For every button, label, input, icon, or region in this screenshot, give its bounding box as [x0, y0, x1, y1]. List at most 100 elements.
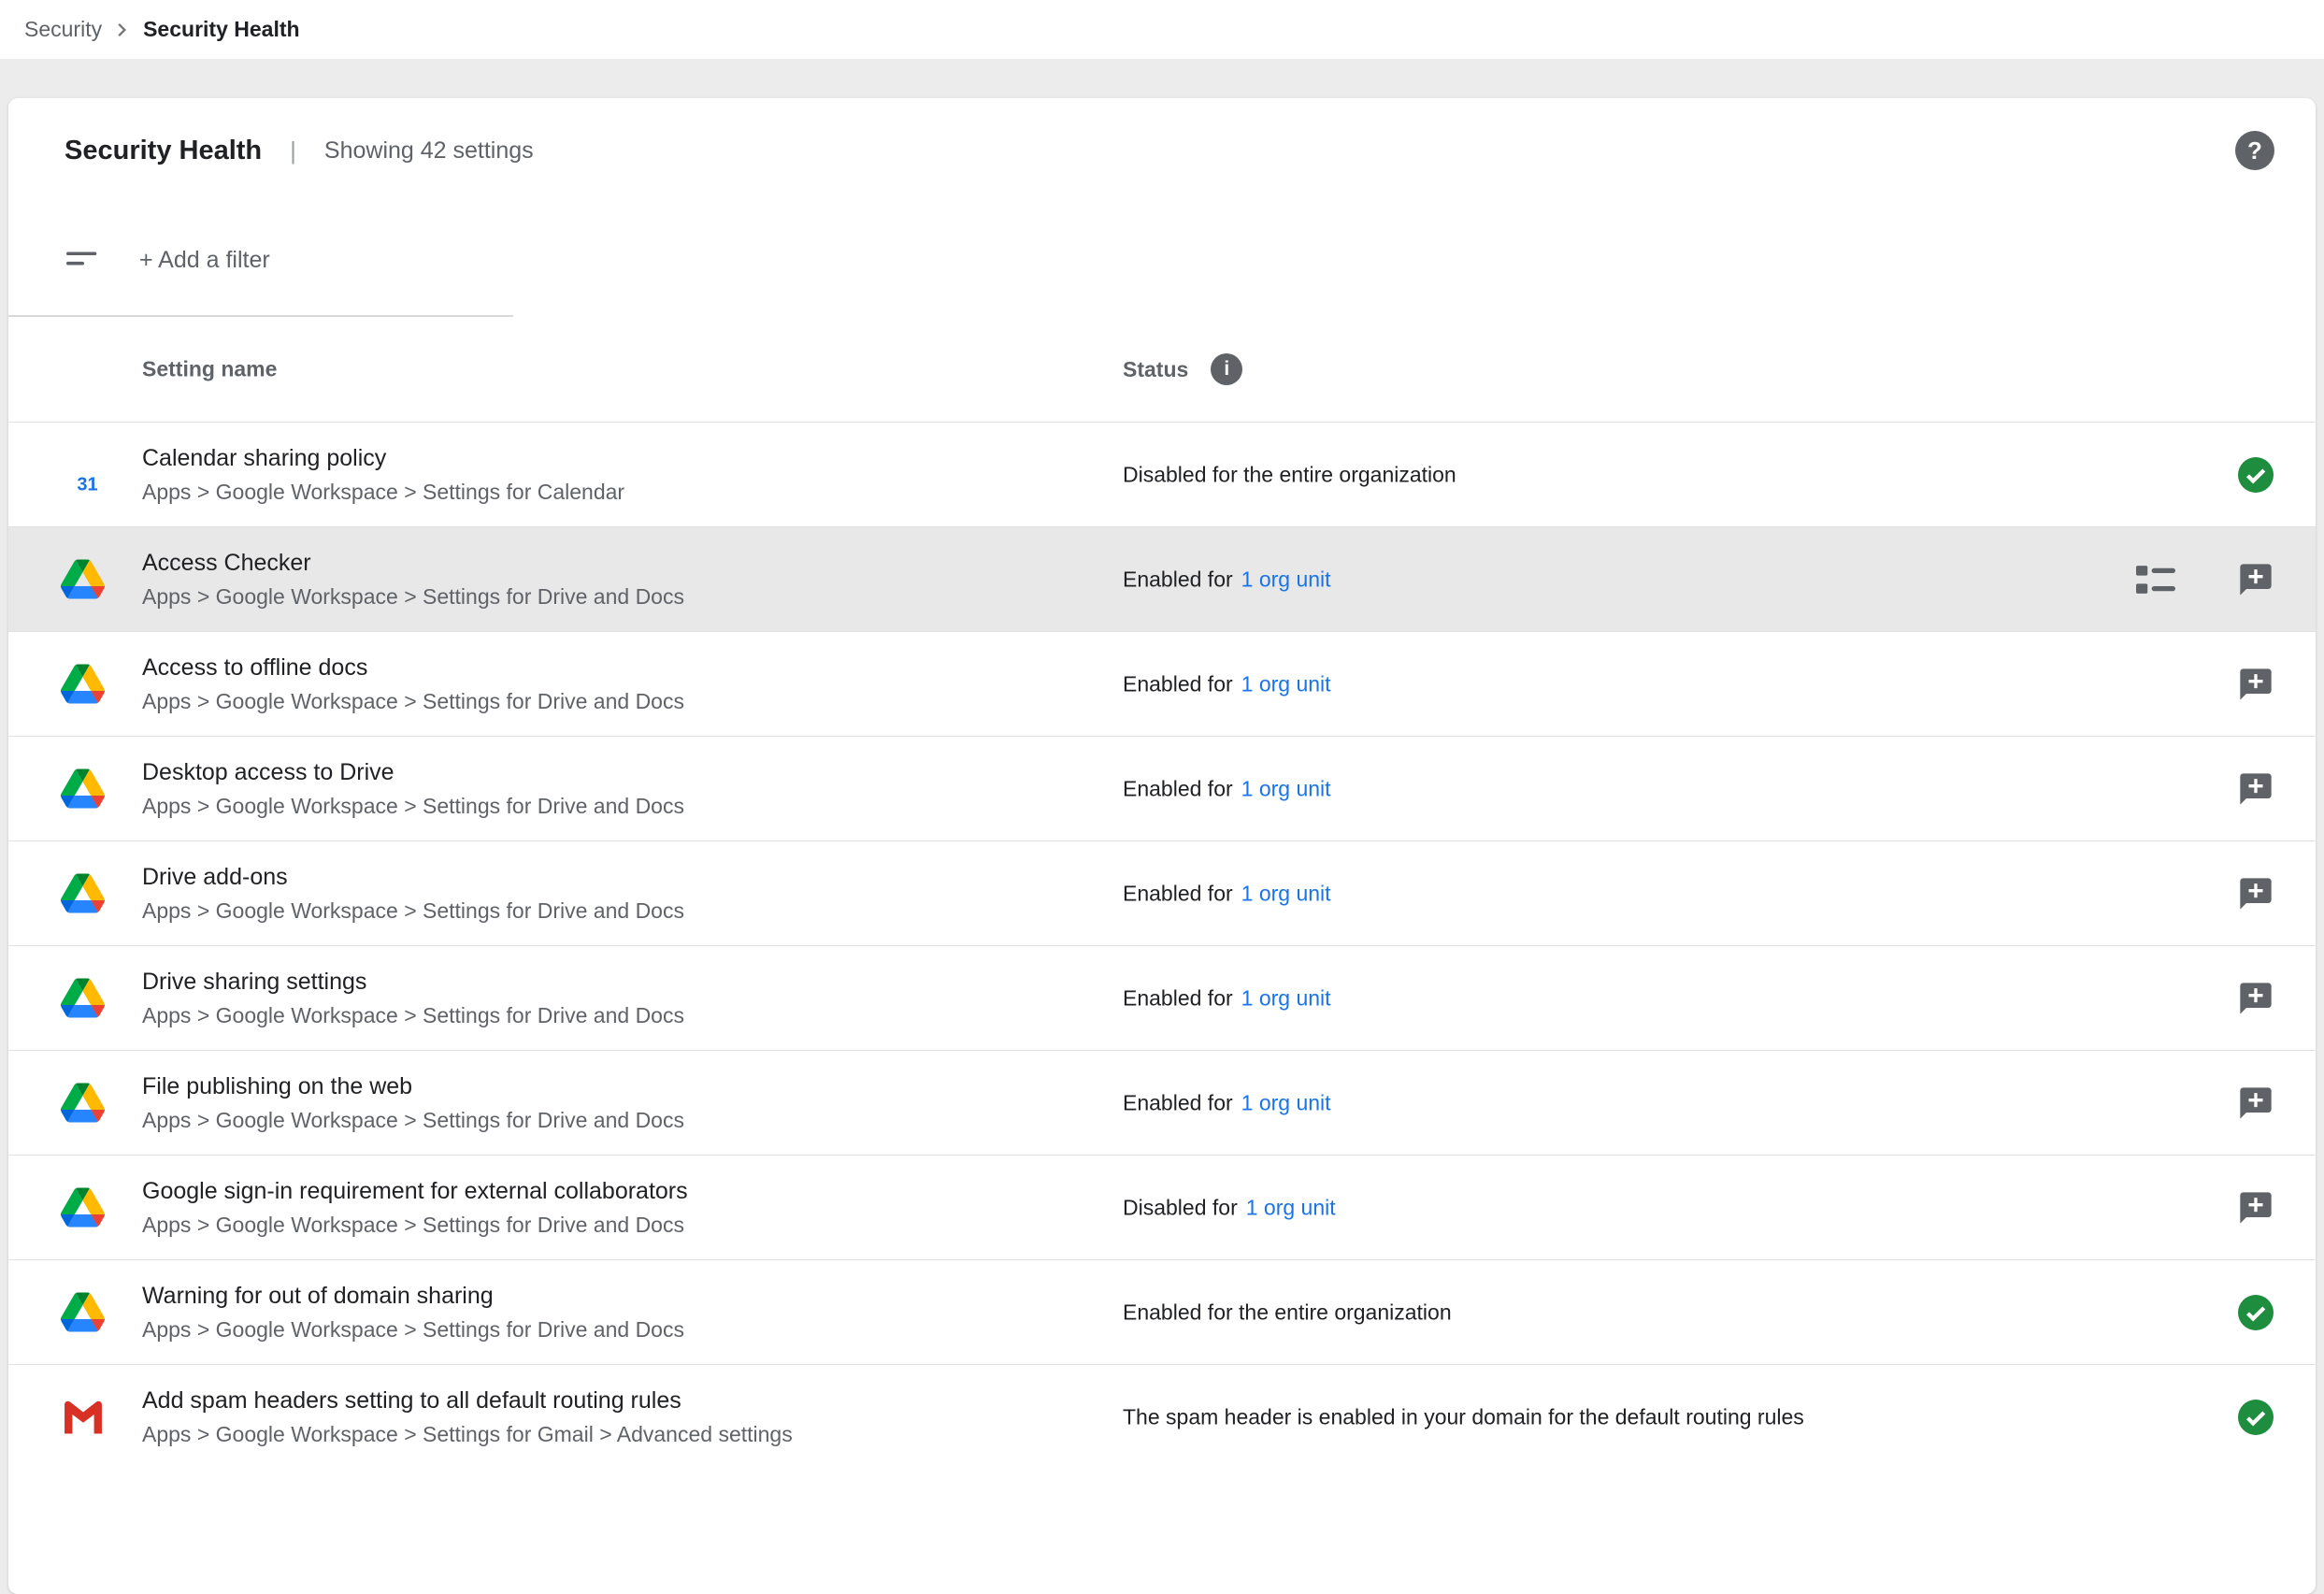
status-column-label: Status: [1123, 357, 1188, 382]
settings-rows: 31 Calendar sharing policy Apps > Google…: [8, 422, 2316, 1469]
status-cell: Disabled for 1 org unit: [1123, 1195, 1336, 1220]
org-unit-link[interactable]: 1 org unit: [1241, 567, 1331, 592]
status-text: Enabled for the entire organization: [1123, 1300, 1452, 1325]
table-row[interactable]: 31 Calendar sharing policy Apps > Google…: [8, 422, 2316, 526]
app-icon-slot: [61, 662, 105, 706]
table-row[interactable]: Drive add-ons Apps > Google Workspace > …: [8, 840, 2316, 945]
recommendation-badge[interactable]: [2237, 770, 2274, 808]
breadcrumb: Security Security Health: [0, 0, 2324, 59]
org-unit-link[interactable]: 1 org unit: [1241, 671, 1331, 696]
setting-title: Drive add-ons: [142, 864, 684, 891]
table-row[interactable]: Access to offline docs Apps > Google Wor…: [8, 631, 2316, 736]
status-text: Enabled for: [1123, 881, 1233, 906]
drive-app-icon: [61, 874, 105, 913]
table-row[interactable]: Desktop access to Drive Apps > Google Wo…: [8, 736, 2316, 840]
recommendation-badge[interactable]: [2237, 875, 2274, 912]
chevron-right-icon: [109, 17, 136, 43]
breadcrumb-item-security[interactable]: Security: [24, 17, 102, 42]
status-text: Enabled for: [1123, 985, 1233, 1011]
recommendation-badge[interactable]: [2237, 666, 2274, 703]
setting-cell: Desktop access to Drive Apps > Google Wo…: [142, 759, 684, 819]
help-icon[interactable]: ?: [2235, 131, 2274, 170]
app-icon-slot: [61, 1290, 105, 1334]
status-ok-badge[interactable]: [2237, 1399, 2274, 1436]
status-cell: The spam header is enabled in your domai…: [1123, 1404, 1804, 1429]
app-icon-slot: [61, 767, 105, 811]
setting-path: Apps > Google Workspace > Settings for D…: [142, 1003, 684, 1028]
setting-cell: Drive add-ons Apps > Google Workspace > …: [142, 864, 684, 924]
card-header: Security Health | Showing 42 settings ?: [8, 98, 2316, 203]
org-unit-link[interactable]: 1 org unit: [1241, 776, 1331, 801]
setting-path: Apps > Google Workspace > Settings for D…: [142, 898, 684, 924]
setting-cell: Add spam headers setting to all default …: [142, 1387, 793, 1447]
status-cell: Enabled for 1 org unit: [1123, 881, 1331, 906]
table-row[interactable]: Google sign-in requirement for external …: [8, 1155, 2316, 1259]
drive-app-icon: [61, 1084, 105, 1123]
breadcrumb-item-security-health: Security Health: [143, 17, 299, 42]
drive-app-icon: [61, 1188, 105, 1228]
status-text: Disabled for the entire organization: [1123, 462, 1456, 487]
status-cell: Disabled for the entire organization: [1123, 462, 1456, 487]
add-filter-button[interactable]: + Add a filter: [139, 247, 270, 274]
setting-path: Apps > Google Workspace > Settings for D…: [142, 1213, 688, 1238]
recommendation-badge[interactable]: [2237, 561, 2274, 598]
drive-app-icon: [61, 665, 105, 704]
table-row[interactable]: Access Checker Apps > Google Workspace >…: [8, 526, 2316, 631]
org-unit-link[interactable]: 1 org unit: [1246, 1195, 1336, 1220]
status-cell: Enabled for 1 org unit: [1123, 671, 1331, 696]
setting-title: Drive sharing settings: [142, 969, 684, 996]
org-unit-link[interactable]: 1 org unit: [1241, 1090, 1331, 1115]
status-text: Enabled for: [1123, 776, 1233, 801]
setting-title: Add spam headers setting to all default …: [142, 1387, 793, 1414]
setting-path: Apps > Google Workspace > Settings for D…: [142, 689, 684, 714]
status-cell: Enabled for 1 org unit: [1123, 567, 1331, 592]
table-row[interactable]: Add spam headers setting to all default …: [8, 1364, 2316, 1469]
settings-count-label: Showing 42 settings: [324, 137, 534, 165]
status-text: Disabled for: [1123, 1195, 1238, 1220]
app-icon-slot: [61, 1185, 105, 1229]
recommendation-badge[interactable]: [2237, 1084, 2274, 1122]
table-row[interactable]: Drive sharing settings Apps > Google Wor…: [8, 945, 2316, 1050]
setting-cell: File publishing on the web Apps > Google…: [142, 1073, 684, 1133]
status-cell: Enabled for 1 org unit: [1123, 776, 1331, 801]
setting-path: Apps > Google Workspace > Settings for G…: [142, 1422, 793, 1447]
setting-title: Access to offline docs: [142, 654, 684, 682]
table-row[interactable]: Warning for out of domain sharing Apps >…: [8, 1259, 2316, 1364]
org-unit-link[interactable]: 1 org unit: [1241, 985, 1331, 1011]
status-cell: Enabled for the entire organization: [1123, 1300, 1452, 1325]
app-icon-slot: [61, 1395, 105, 1439]
setting-cell: Warning for out of domain sharing Apps >…: [142, 1283, 684, 1343]
setting-cell: Drive sharing settings Apps > Google Wor…: [142, 969, 684, 1028]
status-cell: Enabled for 1 org unit: [1123, 1090, 1331, 1115]
drive-app-icon: [61, 979, 105, 1018]
drive-app-icon: [61, 1293, 105, 1332]
recommendation-badge[interactable]: [2237, 1189, 2274, 1227]
info-icon[interactable]: i: [1211, 353, 1242, 385]
setting-title: Calendar sharing policy: [142, 445, 624, 472]
page-title: Security Health: [65, 136, 262, 166]
status-ok-badge[interactable]: [2237, 456, 2274, 494]
org-unit-link[interactable]: 1 org unit: [1241, 881, 1331, 906]
status-column-header: Status i: [1123, 353, 1242, 385]
security-health-card: Security Health | Showing 42 settings ? …: [8, 98, 2316, 1594]
security-health-page: { "breadcrumb": { "items": ["Security", …: [0, 0, 2324, 1453]
app-icon-slot: [61, 557, 105, 601]
app-icon-slot: 31: [61, 452, 105, 496]
recommendation-badge[interactable]: [2237, 980, 2274, 1017]
drive-app-icon: [61, 560, 105, 599]
status-text: Enabled for: [1123, 671, 1233, 696]
status-ok-badge[interactable]: [2237, 1294, 2274, 1331]
setting-title: File publishing on the web: [142, 1073, 684, 1100]
setting-title: Desktop access to Drive: [142, 759, 684, 786]
status-cell: Enabled for 1 org unit: [1123, 985, 1331, 1011]
app-icon-slot: [61, 871, 105, 915]
setting-cell: Calendar sharing policy Apps > Google Wo…: [142, 445, 624, 505]
status-text: The spam header is enabled in your domai…: [1123, 1404, 1804, 1429]
setting-title: Warning for out of domain sharing: [142, 1283, 684, 1310]
org-units-breakdown-icon[interactable]: [2136, 566, 2175, 594]
setting-path: Apps > Google Workspace > Settings for D…: [142, 1317, 684, 1343]
status-text: Enabled for: [1123, 567, 1233, 592]
table-row[interactable]: File publishing on the web Apps > Google…: [8, 1050, 2316, 1155]
filter-icon[interactable]: [66, 249, 102, 271]
setting-path: Apps > Google Workspace > Settings for D…: [142, 1108, 684, 1133]
